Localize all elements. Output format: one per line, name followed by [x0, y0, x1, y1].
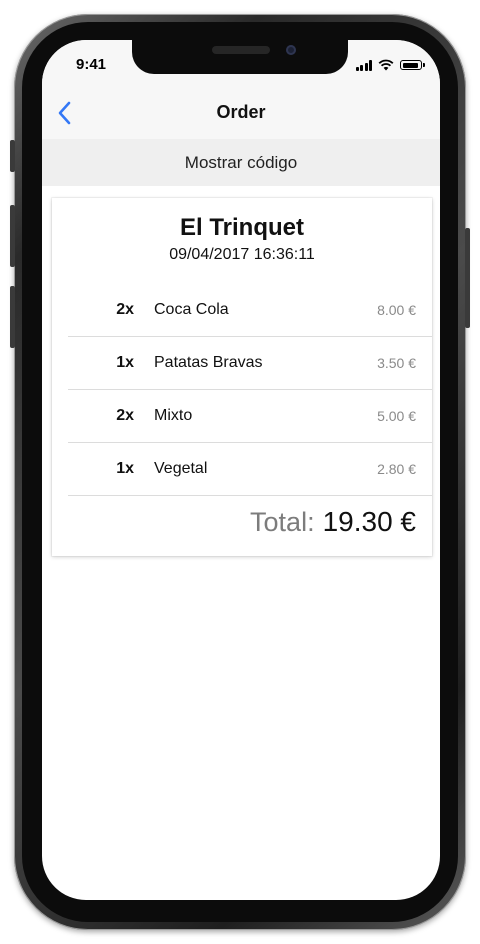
item-price: 5.00 € — [377, 408, 416, 424]
item-name: Mixto — [154, 407, 193, 424]
power-button — [465, 228, 470, 328]
order-datetime: 09/04/2017 16:36:11 — [169, 246, 315, 263]
item-name: Vegetal — [154, 460, 208, 477]
wifi-icon — [378, 59, 394, 71]
front-camera — [286, 45, 296, 55]
page-title: Order — [216, 102, 266, 122]
speaker-grille — [212, 46, 270, 54]
battery-icon — [400, 60, 425, 70]
order-items-list: 2x Coca Cola 8.00 € 1x Patatas Bravas 3.… — [68, 284, 432, 496]
silent-switch — [10, 140, 15, 172]
total-label: Total: — [250, 507, 315, 537]
total-amount: 19.30 € — [322, 506, 416, 537]
screen: 9:41 Order Mostrar código El Trinquet 09… — [42, 40, 440, 900]
status-time: 9:41 — [76, 56, 107, 73]
list-item: 1x Vegetal 2.80 € — [68, 443, 432, 496]
list-item: 1x Patatas Bravas 3.50 € — [68, 337, 432, 390]
notch — [132, 40, 348, 74]
item-price: 3.50 € — [377, 355, 416, 371]
order-total: Total: 19.30 € — [250, 506, 416, 538]
status-icons — [355, 58, 425, 72]
item-quantity: 1x — [116, 460, 134, 477]
cellular-signal-icon — [355, 59, 372, 71]
item-quantity: 1x — [116, 354, 134, 371]
item-quantity: 2x — [116, 301, 134, 318]
show-code-button[interactable]: Mostrar código — [42, 139, 440, 186]
item-name: Patatas Bravas — [154, 354, 263, 371]
list-item: 2x Coca Cola 8.00 € — [68, 284, 432, 337]
show-code-label: Mostrar código — [184, 152, 298, 172]
item-quantity: 2x — [116, 407, 134, 424]
receipt-card: El Trinquet 09/04/2017 16:36:11 2x Coca … — [52, 198, 432, 556]
shop-name: El Trinquet — [179, 214, 304, 241]
item-name: Coca Cola — [154, 301, 229, 318]
volume-up-button — [10, 205, 15, 267]
item-price: 2.80 € — [377, 461, 416, 477]
volume-down-button — [10, 286, 15, 348]
item-price: 8.00 € — [377, 302, 416, 318]
list-item: 2x Mixto 5.00 € — [68, 390, 432, 443]
